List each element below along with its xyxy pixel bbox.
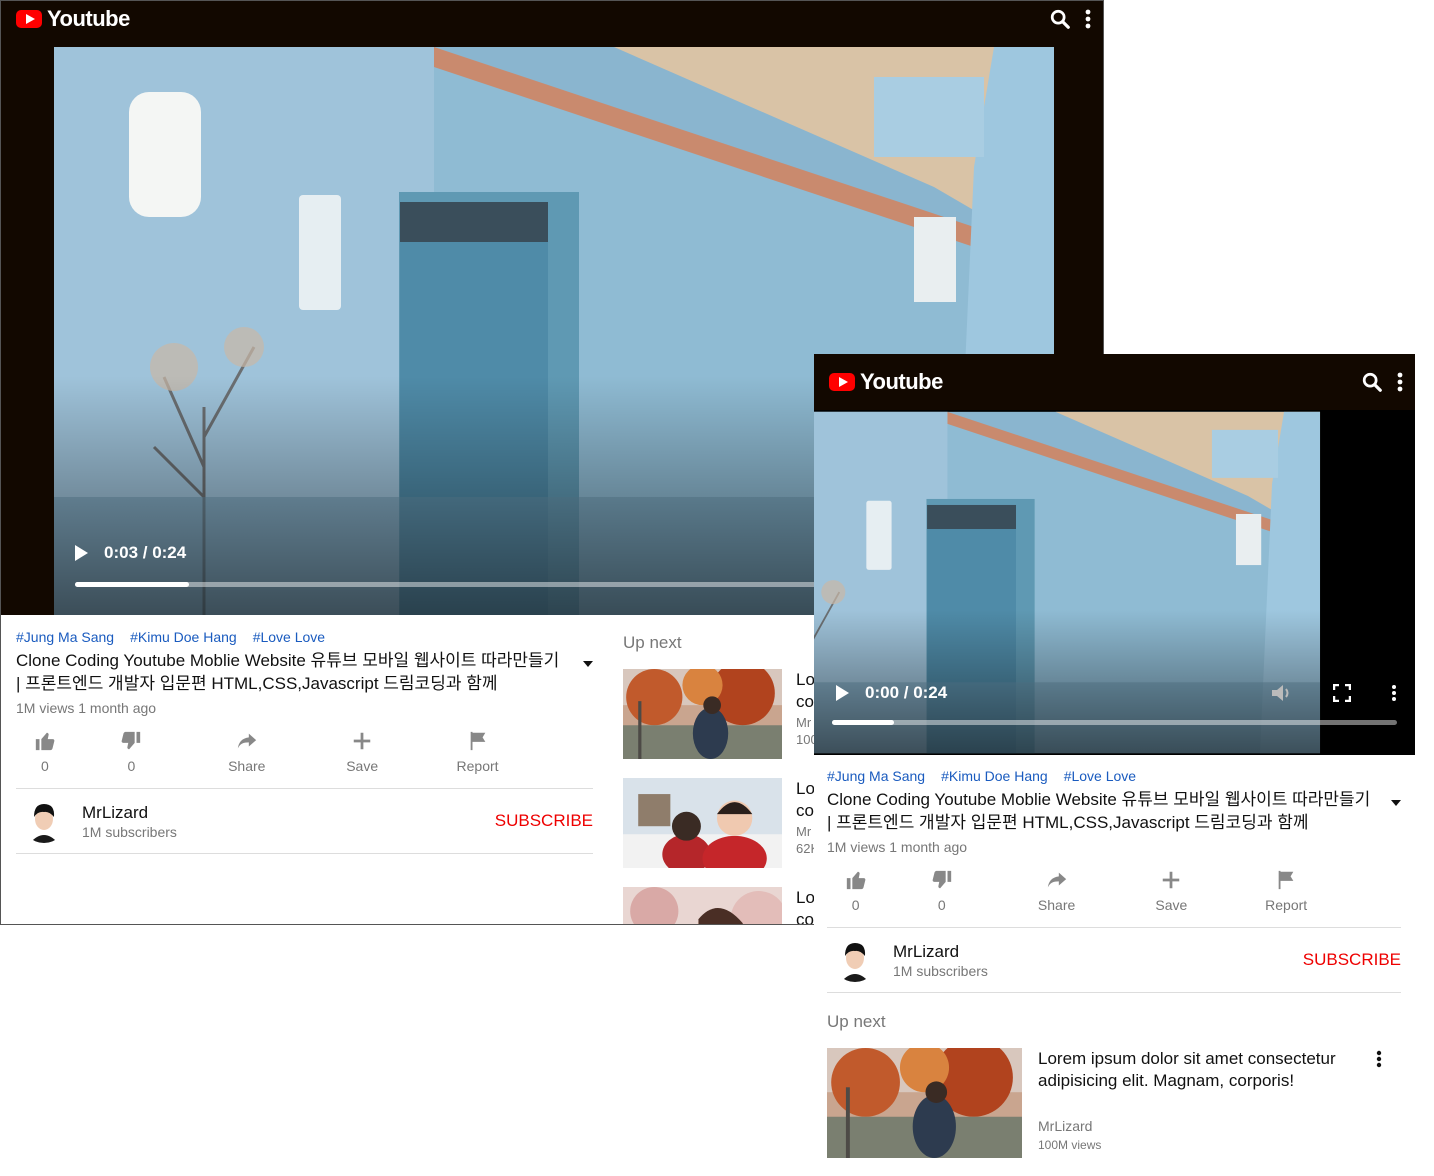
video-player[interactable]: 0:00 / 0:24: [814, 410, 1415, 755]
share-label: Share: [1037, 897, 1076, 913]
logo-text: Youtube: [47, 6, 130, 31]
like-count: 0: [851, 897, 860, 913]
fullscreen-icon[interactable]: [1333, 684, 1351, 702]
more-vert-icon[interactable]: [1391, 684, 1397, 702]
top-bar: Youtube: [1, 1, 1103, 37]
hashtag[interactable]: #Jung Ma Sang: [16, 629, 114, 645]
top-bar: Youtube: [814, 354, 1415, 410]
logo[interactable]: Youtube: [829, 369, 943, 395]
thumbs-down-icon: [121, 731, 141, 750]
upnext-list: Up next Lorem ipsum dolor sit amet conse…: [827, 1012, 1401, 1158]
save-label: Save: [346, 758, 379, 774]
subscribe-button[interactable]: SUBSCRIBE: [495, 811, 593, 831]
youtube-logo-icon: [829, 373, 855, 391]
dislike-count: 0: [127, 758, 136, 774]
list-item[interactable]: Lorem ipsum dolor sit amet consectetur a…: [827, 1048, 1401, 1158]
upnext-heading: Up next: [827, 1012, 886, 1031]
hashtag[interactable]: #Kimu Doe Hang: [941, 768, 1048, 784]
logo[interactable]: Youtube: [16, 6, 130, 32]
report-label: Report: [456, 758, 499, 774]
avatar[interactable]: [833, 938, 877, 982]
subscriber-count: 1M subscribers: [82, 823, 177, 840]
video-meta: 1M views 1 month ago: [16, 700, 157, 716]
report-label: Report: [1265, 897, 1308, 913]
subscriber-count: 1M subscribers: [893, 962, 988, 979]
item-channel: MrLizard: [1038, 1118, 1093, 1134]
time-display: 0:03 / 0:24: [104, 543, 187, 562]
plus-icon: [1163, 871, 1180, 889]
channel-row: MrLizard 1M subscribers SUBSCRIBE: [16, 789, 593, 854]
mobile-view: Youtube 0:00 / 0:24 #Jung Ma Sang #Kimu …: [814, 354, 1415, 1176]
logo-text: Youtube: [860, 369, 943, 394]
like-button[interactable]: 0: [16, 730, 74, 774]
progress-bar[interactable]: [832, 720, 1397, 725]
progress-fill: [75, 582, 190, 587]
flag-icon: [470, 731, 485, 751]
like-button[interactable]: 0: [827, 869, 884, 913]
search-icon[interactable]: [1361, 371, 1383, 393]
video-thumbnail[interactable]: [623, 669, 782, 759]
channel-name[interactable]: MrLizard: [82, 803, 177, 823]
item-views: 100M views: [1038, 1138, 1102, 1152]
report-button[interactable]: Report: [1229, 869, 1344, 913]
thumbs-down-icon: [932, 870, 951, 889]
dislike-button[interactable]: 0: [74, 730, 189, 774]
report-button[interactable]: Report: [420, 730, 535, 774]
hashtag[interactable]: #Jung Ma Sang: [827, 768, 925, 784]
search-icon[interactable]: [1049, 8, 1071, 30]
play-button[interactable]: [836, 685, 849, 701]
avatar[interactable]: [22, 799, 66, 843]
progress-fill: [832, 720, 895, 725]
save-button[interactable]: Save: [1114, 869, 1229, 913]
flag-icon: [1278, 870, 1294, 890]
video-thumbnail[interactable]: [623, 887, 782, 925]
thumbs-up-icon: [35, 732, 55, 751]
more-vert-icon[interactable]: [1085, 9, 1091, 29]
channel-name[interactable]: MrLizard: [893, 942, 988, 962]
like-count: 0: [40, 758, 49, 774]
action-bar: 0 0 Share Save Report: [827, 869, 1401, 928]
dislike-button[interactable]: 0: [884, 869, 999, 913]
share-button[interactable]: Share: [189, 730, 304, 774]
video-meta: 1M views 1 month ago: [827, 839, 968, 855]
save-button[interactable]: Save: [304, 730, 419, 774]
item-title: Lorem ipsum dolor sit amet consectetur a…: [1038, 1049, 1336, 1090]
channel-row: MrLizard 1M subscribers SUBSCRIBE: [827, 928, 1401, 993]
volume-icon[interactable]: [1271, 683, 1293, 703]
share-label: Share: [228, 758, 266, 774]
hashtag[interactable]: #Kimu Doe Hang: [130, 629, 237, 645]
youtube-logo-icon: [16, 10, 42, 28]
hashtag[interactable]: #Love Love: [1064, 768, 1136, 784]
expand-caret-icon[interactable]: [583, 661, 593, 667]
more-vert-icon[interactable]: [1397, 372, 1403, 392]
action-bar: 0 0 Share Save Report: [16, 730, 593, 789]
share-button[interactable]: Share: [999, 869, 1114, 913]
more-vert-icon[interactable]: [1376, 1050, 1382, 1068]
save-label: Save: [1155, 897, 1188, 913]
video-thumbnail[interactable]: [827, 1048, 1022, 1158]
video-thumbnail[interactable]: [623, 778, 782, 868]
share-icon: [237, 733, 256, 749]
video-info: #Jung Ma Sang #Kimu Doe Hang #Love Love …: [16, 629, 593, 854]
dislike-count: 0: [937, 897, 946, 913]
plus-icon: [353, 732, 371, 750]
play-button[interactable]: [75, 545, 88, 561]
share-icon: [1047, 872, 1066, 888]
subscribe-button[interactable]: SUBSCRIBE: [1303, 950, 1401, 970]
thumbs-up-icon: [846, 871, 866, 890]
time-display: 0:00 / 0:24: [865, 683, 948, 702]
expand-caret-icon[interactable]: [1391, 800, 1401, 806]
video-title: Clone Coding Youtube Moblie Website 유튜브 …: [827, 790, 1371, 832]
hashtag[interactable]: #Love Love: [253, 629, 325, 645]
video-title: Clone Coding Youtube Moblie Website 유튜브 …: [16, 651, 560, 693]
video-info: #Jung Ma Sang #Kimu Doe Hang #Love Love …: [827, 768, 1401, 993]
